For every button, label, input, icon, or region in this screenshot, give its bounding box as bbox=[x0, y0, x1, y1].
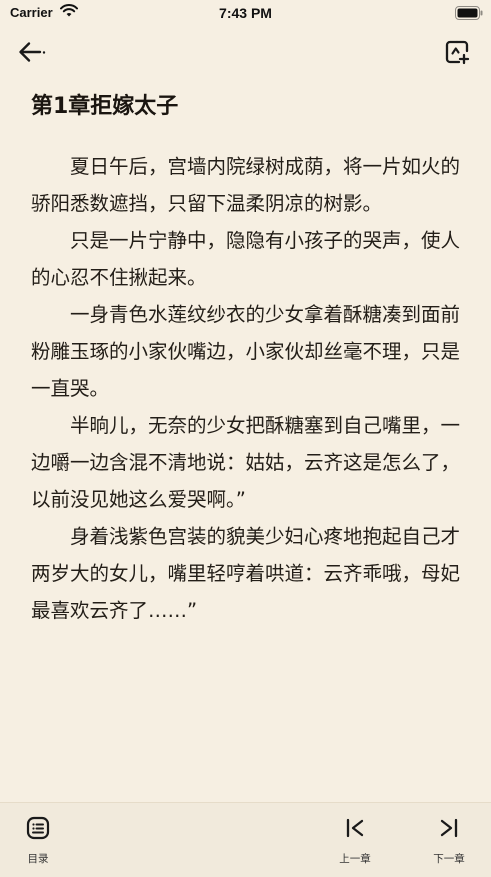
add-bookmark-icon bbox=[445, 40, 470, 65]
status-time: 7:43 PM bbox=[219, 5, 272, 21]
next-chapter-label: 下一章 bbox=[433, 853, 465, 865]
catalog-icon bbox=[26, 816, 50, 840]
paragraph: 半晌儿，无奈的少女把酥糖塞到自己嘴里，一边嚼一边含混不清地说：姑姑，云齐这是怎么… bbox=[31, 414, 461, 511]
battery-icon bbox=[455, 6, 483, 20]
paragraph: 只是一片宁静中，隐隐有小孩子的哭声，使人的心忍不住揪起来。 bbox=[31, 229, 461, 289]
back-arrow-icon bbox=[19, 42, 46, 62]
previous-chapter-icon bbox=[346, 818, 364, 838]
next-chapter-button[interactable]: 下一章 bbox=[419, 815, 479, 866]
prev-chapter-button[interactable]: 上一章 bbox=[325, 815, 385, 866]
chapter-content: 夏日午后，宫墙内院绿树成荫，将一片如火的骄阳悉数遮挡，只留下温柔阴凉的树影。 只… bbox=[31, 148, 465, 629]
paragraph: 夏日午后，宫墙内院绿树成荫，将一片如火的骄阳悉数遮挡，只留下温柔阴凉的树影。 bbox=[31, 155, 461, 215]
back-button[interactable] bbox=[14, 36, 48, 68]
status-bar: Carrier 7:43 PM bbox=[0, 0, 491, 28]
bottom-toolbar: 目录 上一章 下一章 bbox=[0, 802, 491, 877]
catalog-label: 目录 bbox=[27, 853, 49, 865]
add-bookmark-button[interactable] bbox=[443, 38, 471, 66]
paragraph: 身着浅紫色宫装的貌美少妇心疼地抱起自己才两岁大的女儿，嘴里轻哼着哄道：云齐乖哦，… bbox=[31, 525, 461, 622]
prev-chapter-label: 上一章 bbox=[339, 853, 371, 865]
paragraph: 一身青色水莲纹纱衣的少女拿着酥糖凑到面前粉雕玉琢的小家伙嘴边，小家伙却丝毫不理，… bbox=[31, 303, 461, 400]
nav-bar bbox=[0, 30, 491, 74]
chapter-title: 第1章拒嫁太子 bbox=[31, 94, 179, 119]
catalog-button[interactable]: 目录 bbox=[8, 815, 68, 866]
next-chapter-icon bbox=[440, 818, 458, 838]
